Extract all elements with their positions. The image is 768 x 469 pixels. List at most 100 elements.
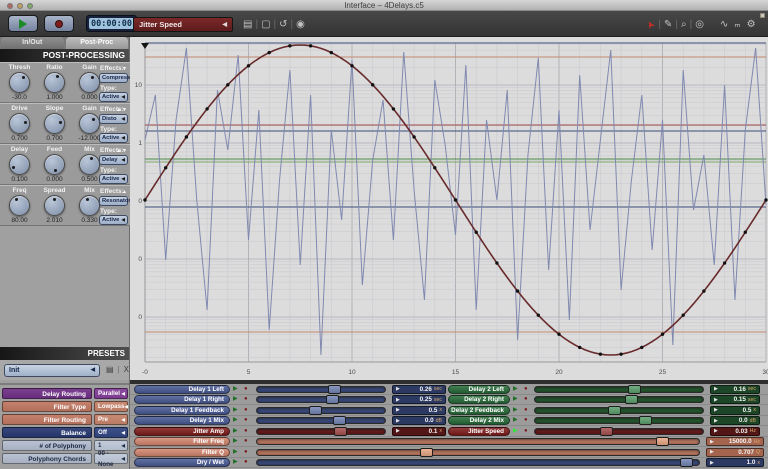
knob-mix[interactable] bbox=[79, 195, 100, 216]
mixer-slider[interactable] bbox=[256, 384, 386, 394]
automation-record-led[interactable]: ● bbox=[524, 407, 528, 414]
effect-dropdown[interactable]: Delay ◀ bbox=[99, 155, 128, 165]
automation-play-led[interactable]: ▶ bbox=[513, 396, 518, 403]
knob-ratio[interactable] bbox=[44, 72, 65, 93]
automation-play-led[interactable]: ▶ bbox=[233, 386, 238, 393]
mixer-label-delay-1-mix[interactable]: Delay 1 Mix bbox=[134, 416, 230, 425]
mixer-value-display[interactable]: ▶ 0.15 sec bbox=[710, 395, 760, 404]
slider-handle[interactable] bbox=[328, 384, 341, 394]
effect-dropdown[interactable]: Compress◀ bbox=[99, 73, 134, 83]
mixer-slider[interactable] bbox=[534, 384, 704, 394]
automation-record-led[interactable]: ● bbox=[524, 417, 528, 424]
mixer-label-filter-q[interactable]: Filter Q bbox=[134, 447, 230, 457]
mixer-label-delay-1-right[interactable]: Delay 1 Right bbox=[134, 395, 230, 404]
automation-play-led[interactable]: ▶ bbox=[233, 428, 238, 435]
type-dropdown[interactable]: Active ◀ bbox=[99, 92, 128, 102]
effect-scroll-arrows-icon[interactable]: ▲▼ bbox=[116, 107, 128, 113]
automation-record-led[interactable]: ● bbox=[244, 407, 248, 414]
routing-value-dropdown[interactable]: Lowpass ◀ bbox=[94, 401, 128, 412]
mixer-value-display[interactable]: ▶ 0.1 x bbox=[392, 426, 446, 436]
automation-record-led[interactable]: ● bbox=[244, 386, 248, 393]
pan-tool-icon[interactable]: ◎ bbox=[692, 17, 707, 32]
type-dropdown[interactable]: Active ◀ bbox=[99, 215, 128, 225]
knob-feed[interactable] bbox=[44, 154, 65, 175]
effect-dropdown[interactable]: Disto ◀ bbox=[99, 114, 128, 124]
mixer-label-delay-2-right[interactable]: Delay 2 Right bbox=[448, 395, 510, 404]
knob-gain[interactable] bbox=[79, 113, 100, 134]
mixer-value-display[interactable]: ▶ 0.26 sec bbox=[392, 384, 446, 394]
automation-record-led[interactable]: ● bbox=[524, 396, 528, 403]
mixer-value-display[interactable]: ▶ 0.707 Q bbox=[706, 447, 764, 457]
mixer-slider[interactable] bbox=[256, 416, 386, 425]
automation-record-led[interactable]: ● bbox=[244, 438, 248, 445]
slider-handle[interactable] bbox=[639, 416, 652, 425]
type-dropdown[interactable]: Active ◀ bbox=[99, 133, 128, 143]
undo-icon[interactable]: ↺ bbox=[276, 17, 290, 32]
mixer-label-jitter-amp[interactable]: Jitter Amp bbox=[134, 426, 230, 436]
routing-value-dropdown[interactable]: Pre ◀ bbox=[94, 414, 128, 425]
automation-record-led[interactable]: ● bbox=[244, 428, 248, 435]
mixer-slider[interactable] bbox=[534, 395, 704, 404]
mixer-label-delay-2-left[interactable]: Delay 2 Left bbox=[448, 384, 510, 394]
mixer-slider[interactable] bbox=[534, 405, 704, 415]
pencil-tool-icon[interactable]: ✎ bbox=[661, 17, 675, 32]
routing-value-dropdown[interactable]: 00 - None ◀ bbox=[94, 450, 128, 468]
slider-handle[interactable] bbox=[628, 384, 641, 394]
mixer-slider[interactable] bbox=[256, 395, 386, 404]
param-selector-dropdown[interactable]: Jitter Speed ◀ bbox=[133, 17, 233, 32]
save-preset-icon[interactable]: ▤ bbox=[104, 365, 116, 374]
mixer-slider[interactable] bbox=[256, 458, 700, 467]
tab-post-proc[interactable]: Post-Proc bbox=[65, 37, 128, 49]
mixer-label-delay-1-left[interactable]: Delay 1 Left bbox=[134, 384, 230, 394]
mixer-label-delay-1-feedback[interactable]: Delay 1 Feedback bbox=[134, 405, 230, 415]
zoom-tool-icon[interactable]: ⌕ bbox=[678, 17, 690, 32]
mixer-value-display[interactable]: ▶ 15000.0 Hz bbox=[706, 437, 764, 446]
knob-freq[interactable] bbox=[9, 195, 30, 216]
automation-record-led[interactable]: ● bbox=[244, 396, 248, 403]
slider-handle[interactable] bbox=[680, 458, 693, 467]
type-dropdown[interactable]: Active ◀ bbox=[99, 174, 128, 184]
effect-dropdown[interactable]: Resonators◀ bbox=[99, 196, 137, 206]
automation-play-led[interactable]: ▶ bbox=[233, 417, 238, 424]
mixer-value-display[interactable]: ▶ 0.03 Hz bbox=[710, 426, 760, 436]
mixer-slider[interactable] bbox=[256, 437, 700, 446]
settings-gear-icon[interactable]: ⚙ bbox=[744, 17, 759, 32]
automation-record-led[interactable]: ● bbox=[244, 417, 248, 424]
slider-handle[interactable] bbox=[309, 405, 322, 415]
mixer-label-delay-2-feedback[interactable]: Delay 2 Feedback bbox=[448, 405, 510, 415]
effect-scroll-arrows-icon[interactable]: ▲ bbox=[122, 189, 128, 195]
knob-delay[interactable] bbox=[9, 154, 30, 175]
mixer-slider[interactable] bbox=[534, 426, 704, 436]
knob-thresh[interactable] bbox=[9, 72, 30, 93]
scope-wave-icon[interactable]: ∿ bbox=[717, 17, 731, 32]
effect-scroll-arrows-icon[interactable]: ▲▼ bbox=[116, 148, 128, 154]
mixer-value-display[interactable]: ▶ 0.5 x bbox=[392, 405, 446, 415]
knob-mix[interactable] bbox=[79, 154, 100, 175]
play-button[interactable] bbox=[8, 15, 38, 32]
mixer-value-display[interactable]: ▶ 0.0 dB bbox=[710, 416, 760, 425]
automation-record-led[interactable]: ● bbox=[524, 428, 528, 435]
slider-handle[interactable] bbox=[420, 447, 433, 457]
routing-label-delay-routing[interactable]: Delay Routing bbox=[2, 388, 92, 399]
mixer-slider[interactable] bbox=[256, 426, 386, 436]
scope-signal-icon[interactable]: ₘ bbox=[731, 17, 743, 32]
mixer-value-display[interactable]: ▶ 0.0 dB bbox=[392, 416, 446, 425]
mixer-value-display[interactable]: ▶ 0.25 sec bbox=[392, 395, 446, 404]
record-button[interactable] bbox=[44, 15, 74, 32]
routing-label-filter-routing[interactable]: Filter Routing bbox=[2, 414, 92, 425]
automation-play-led[interactable]: ▶ bbox=[233, 459, 238, 466]
automation-play-led[interactable]: ▶ bbox=[513, 407, 518, 414]
slider-handle[interactable] bbox=[600, 426, 613, 436]
preset-dropdown[interactable]: Init ◀ bbox=[4, 363, 100, 377]
automation-play-led[interactable]: ▶ bbox=[233, 407, 238, 414]
mixer-slider[interactable] bbox=[534, 416, 704, 425]
mixer-label-jitter-speed[interactable]: Jitter Speed bbox=[448, 426, 510, 436]
automation-play-led[interactable]: ▶ bbox=[233, 449, 238, 456]
routing-value-dropdown[interactable]: Parallel ◀ bbox=[94, 388, 128, 399]
routing-label--of-polyphony[interactable]: # of Polyphony bbox=[2, 440, 92, 451]
mixer-value-display[interactable]: ▶ 0.5 x bbox=[710, 405, 760, 415]
pointer-tool-icon[interactable]: ➤ bbox=[641, 15, 661, 35]
slider-handle[interactable] bbox=[326, 395, 339, 404]
slider-handle[interactable] bbox=[625, 395, 638, 404]
routing-value-dropdown[interactable]: Off ◀ bbox=[94, 427, 128, 438]
